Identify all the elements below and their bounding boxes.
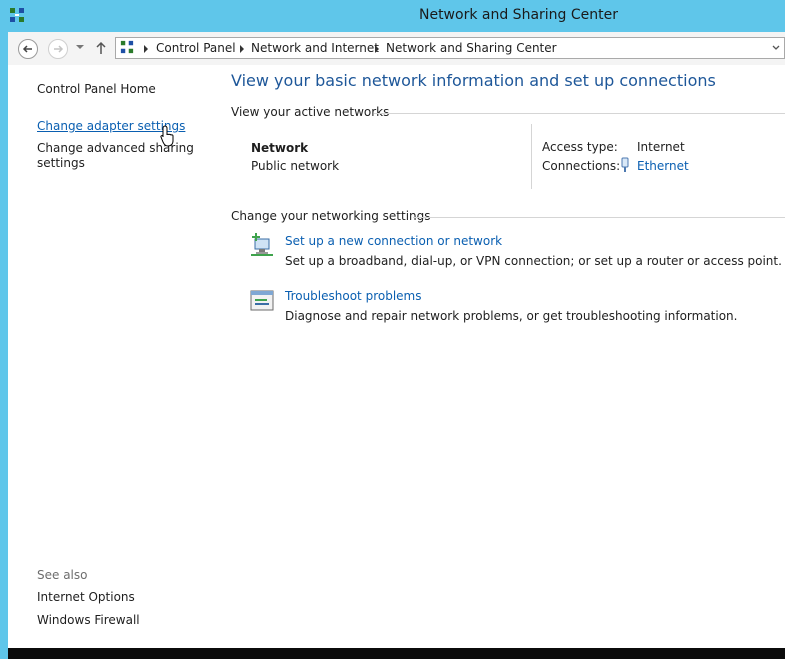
address-path-box[interactable]: Control Panel Network and Internet Netwo… [115, 37, 785, 59]
hand-cursor-icon [160, 125, 174, 147]
section-divider [374, 113, 785, 114]
forward-arrow-icon [54, 45, 64, 53]
breadcrumb-separator-icon[interactable] [240, 45, 244, 53]
vertical-divider [531, 124, 532, 189]
recent-locations-dropdown-icon[interactable] [76, 45, 84, 49]
internet-options-link[interactable]: Internet Options [37, 590, 135, 604]
troubleshoot-icon [250, 290, 274, 311]
change-advanced-sharing-link-line2[interactable]: settings [37, 156, 85, 170]
breadcrumb-control-panel[interactable]: Control Panel [156, 41, 236, 55]
ethernet-connection-link[interactable]: Ethernet [637, 159, 689, 173]
control-panel-icon [120, 40, 134, 54]
up-arrow-icon[interactable] [95, 41, 107, 55]
ethernet-icon [621, 157, 629, 172]
forward-button[interactable] [48, 39, 68, 59]
chevron-down-icon[interactable] [771, 42, 781, 54]
access-type-label: Access type: [542, 140, 618, 154]
access-type-value: Internet [637, 140, 685, 154]
connections-label: Connections: [542, 159, 621, 173]
breadcrumb-network-and-internet[interactable]: Network and Internet [251, 41, 379, 55]
windows-firewall-link[interactable]: Windows Firewall [37, 613, 140, 627]
window-title: Network and Sharing Center [418, 7, 618, 23]
breadcrumb-network-and-sharing-center[interactable]: Network and Sharing Center [386, 41, 557, 55]
explorer-window: Control Panel Network and Internet Netwo… [8, 32, 785, 648]
network-name: Network [251, 141, 309, 155]
section-divider [413, 217, 785, 218]
breadcrumb-separator-icon[interactable] [144, 45, 148, 53]
active-networks-heading: View your active networks [231, 105, 390, 119]
troubleshoot-description: Diagnose and repair network problems, or… [285, 309, 738, 323]
control-panel-home-link[interactable]: Control Panel Home [37, 82, 156, 96]
setup-connection-link[interactable]: Set up a new connection or network [285, 234, 502, 248]
network-category: Public network [251, 159, 340, 173]
back-button[interactable] [18, 39, 38, 59]
back-arrow-icon [22, 45, 32, 53]
setup-connection-description: Set up a broadband, dial-up, or VPN conn… [285, 254, 782, 268]
title-bar[interactable]: Network and Sharing Center [0, 0, 785, 32]
address-bar: Control Panel Network and Internet Netwo… [8, 32, 785, 65]
troubleshoot-link[interactable]: Troubleshoot problems [285, 289, 421, 303]
desktop-background-strip [8, 648, 785, 659]
page-title: View your basic network information and … [231, 71, 716, 90]
new-connection-icon [251, 233, 273, 256]
networking-settings-heading: Change your networking settings [231, 209, 431, 223]
breadcrumb-separator-icon[interactable] [375, 45, 379, 53]
see-also-label: See also [37, 568, 88, 582]
